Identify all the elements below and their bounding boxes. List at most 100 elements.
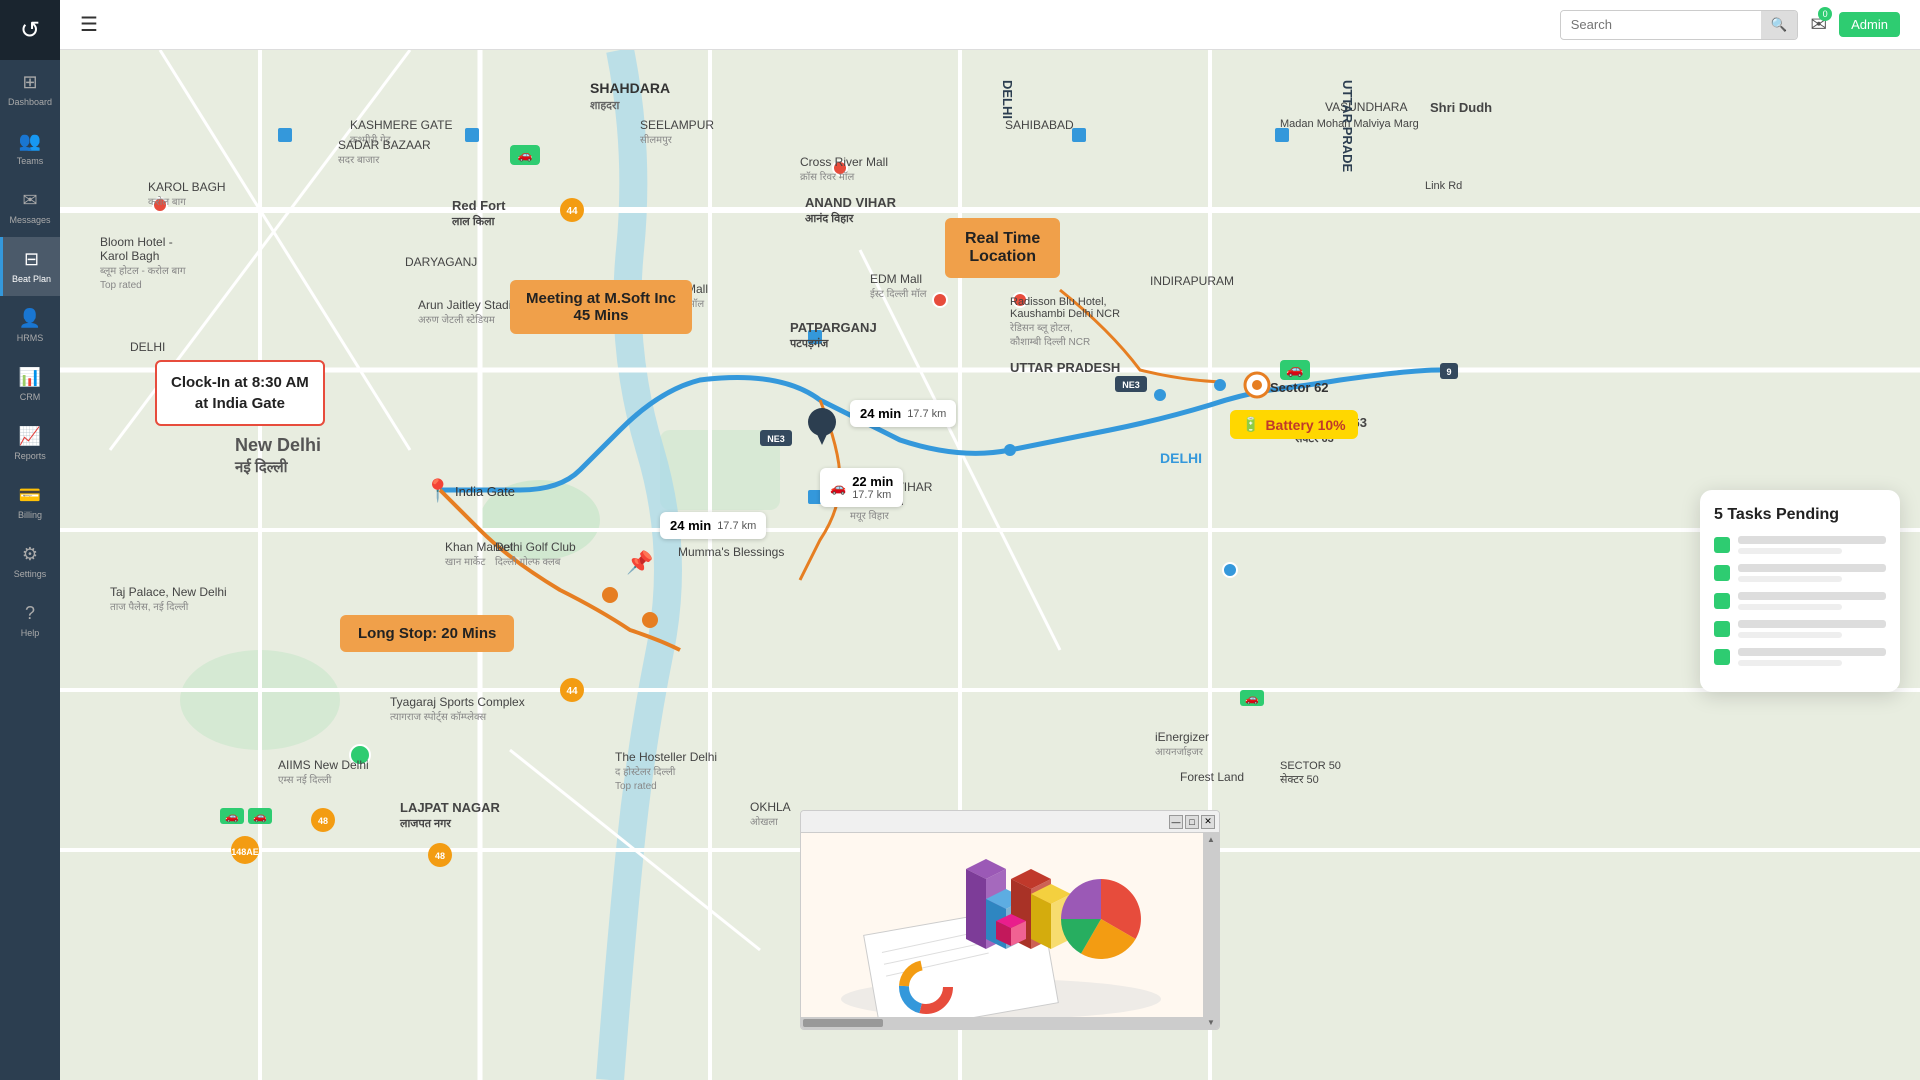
sidebar-item-hrms[interactable]: 👤 HRMS [0, 296, 60, 355]
india-gate-label: India Gate [455, 484, 515, 499]
task-item-1[interactable] [1714, 536, 1886, 554]
svg-text:📌: 📌 [626, 549, 653, 575]
sidebar-item-reports[interactable]: 📈 Reports [0, 414, 60, 473]
sidebar-item-billing[interactable]: 💳 Billing [0, 473, 60, 532]
search-button[interactable]: 🔍 [1761, 11, 1798, 39]
svg-text:🚗: 🚗 [1245, 693, 1259, 705]
map-container[interactable]: NE3 NE3 9 44 44 148AE 48 48 [60, 50, 1920, 1080]
battery-text: Battery 10% [1265, 417, 1345, 433]
long-stop-text: Long Stop: 20 Mins [358, 625, 496, 642]
chart-minimize-button[interactable]: — [1169, 815, 1183, 829]
admin-button[interactable]: Admin [1839, 12, 1900, 37]
search-box: 🔍 [1560, 10, 1799, 40]
task-item-2[interactable] [1714, 564, 1886, 582]
task-icon-4 [1714, 621, 1730, 637]
chart-restore-button[interactable]: □ [1185, 815, 1199, 829]
task-line1-4 [1738, 620, 1886, 628]
hamburger-button[interactable]: ☰ [80, 12, 98, 37]
chart-titlebar: — □ ✕ [801, 811, 1219, 833]
task-line2-1 [1738, 548, 1842, 554]
task-item-5[interactable] [1714, 648, 1886, 666]
svg-text:48: 48 [435, 851, 445, 861]
clockin-box: Clock-In at 8:30 AM at India Gate [155, 360, 325, 426]
tasks-panel-title: 5 Tasks Pending [1714, 506, 1886, 524]
task-lines-4 [1738, 620, 1886, 638]
task-item-4[interactable] [1714, 620, 1886, 638]
sidebar-item-dashboard[interactable]: ⊞ Dashboard [0, 60, 60, 119]
sidebar-label-dashboard: Dashboard [8, 97, 52, 107]
sidebar-item-teams[interactable]: 👥 Teams [0, 119, 60, 178]
sidebar-label-hrms: HRMS [17, 333, 44, 343]
task-icon-3 [1714, 593, 1730, 609]
search-input[interactable] [1561, 11, 1761, 38]
battery-box: 🔋 Battery 10% [1230, 410, 1358, 439]
realtime-location-box: Real Time Location [945, 218, 1060, 278]
long-stop-box: Long Stop: 20 Mins [340, 615, 514, 652]
task-icon-2 [1714, 565, 1730, 581]
task-lines-2 [1738, 564, 1886, 582]
sidebar-item-messages[interactable]: ✉ Messages [0, 178, 60, 237]
sidebar-item-settings[interactable]: ⚙ Settings [0, 532, 60, 591]
reports-icon: 📈 [19, 426, 41, 447]
sidebar-item-crm[interactable]: 📊 CRM [0, 355, 60, 414]
sidebar-item-help[interactable]: ? Help [0, 591, 60, 650]
notification-count: 0 [1818, 7, 1832, 21]
meeting-text-line2: 45 Mins [573, 307, 628, 324]
beatplan-icon: ⊟ [24, 249, 39, 270]
teams-icon: 👥 [19, 131, 41, 152]
svg-text:48: 48 [318, 816, 328, 826]
meeting-box: Meeting at M.Soft Inc 45 Mins [510, 280, 692, 334]
drive-time-box-3: 24 min 17.7 km [660, 512, 766, 539]
drive-distance-2: 17.7 km [852, 489, 893, 501]
task-icon-1 [1714, 537, 1730, 553]
task-lines-5 [1738, 648, 1886, 666]
chart-content [801, 833, 1219, 1029]
task-line2-5 [1738, 660, 1842, 666]
sidebar-label-beatplan: Beat Plan [12, 274, 51, 284]
drive-distance-3: 17.7 km [717, 520, 756, 532]
logo-icon: ↺ [20, 16, 40, 45]
battery-icon: 🔋 [1242, 416, 1259, 433]
tasks-panel: 5 Tasks Pending [1700, 490, 1900, 692]
drive-time-1: 24 min [860, 406, 901, 421]
svg-text:🚗: 🚗 [253, 811, 267, 823]
sidebar-label-settings: Settings [14, 569, 47, 579]
svg-text:44: 44 [566, 206, 578, 217]
billing-icon: 💳 [19, 485, 41, 506]
sidebar-label-messages: Messages [9, 215, 50, 225]
chart-window: — □ ✕ [800, 810, 1220, 1030]
task-icon-5 [1714, 649, 1730, 665]
task-line2-4 [1738, 632, 1842, 638]
sidebar-item-beatplan[interactable]: ⊟ Beat Plan [0, 237, 60, 296]
drive-time-box-1: 24 min 17.7 km [850, 400, 956, 427]
task-item-3[interactable] [1714, 592, 1886, 610]
svg-text:148AE: 148AE [231, 847, 259, 857]
drive-time-box-2: 🚗 22 min 17.7 km [820, 468, 903, 507]
realtime-text-line1: Real Time [965, 230, 1040, 247]
sidebar-label-teams: Teams [17, 156, 44, 166]
sector-62-label: Sector 62 [1270, 380, 1329, 395]
task-line2-3 [1738, 604, 1842, 610]
svg-text:NE3: NE3 [767, 434, 785, 444]
svg-text:🚗: 🚗 [225, 811, 239, 823]
sidebar-label-crm: CRM [20, 392, 41, 402]
sidebar-logo[interactable]: ↺ [0, 0, 60, 60]
notification-bell[interactable]: ✉ 0 [1810, 12, 1827, 37]
settings-icon: ⚙ [22, 544, 38, 565]
crm-icon: 📊 [19, 367, 41, 388]
svg-text:44: 44 [566, 686, 578, 697]
task-line2-2 [1738, 576, 1842, 582]
sidebar-label-billing: Billing [18, 510, 42, 520]
sidebar-label-reports: Reports [14, 451, 46, 461]
clockin-text-line1: Clock-In at 8:30 AM [171, 374, 309, 391]
task-line1-3 [1738, 592, 1886, 600]
drive-time-3: 24 min [670, 518, 711, 533]
header: ☰ 🔍 ✉ 0 Admin [60, 0, 1920, 50]
realtime-text-line2: Location [969, 248, 1036, 265]
header-right: 🔍 ✉ 0 Admin [1560, 10, 1900, 40]
chart-close-button[interactable]: ✕ [1201, 815, 1215, 829]
hrms-icon: 👤 [19, 308, 41, 329]
drive-car-icon: 🚗 [830, 480, 846, 496]
svg-text:🚗: 🚗 [518, 148, 533, 162]
task-lines-1 [1738, 536, 1886, 554]
